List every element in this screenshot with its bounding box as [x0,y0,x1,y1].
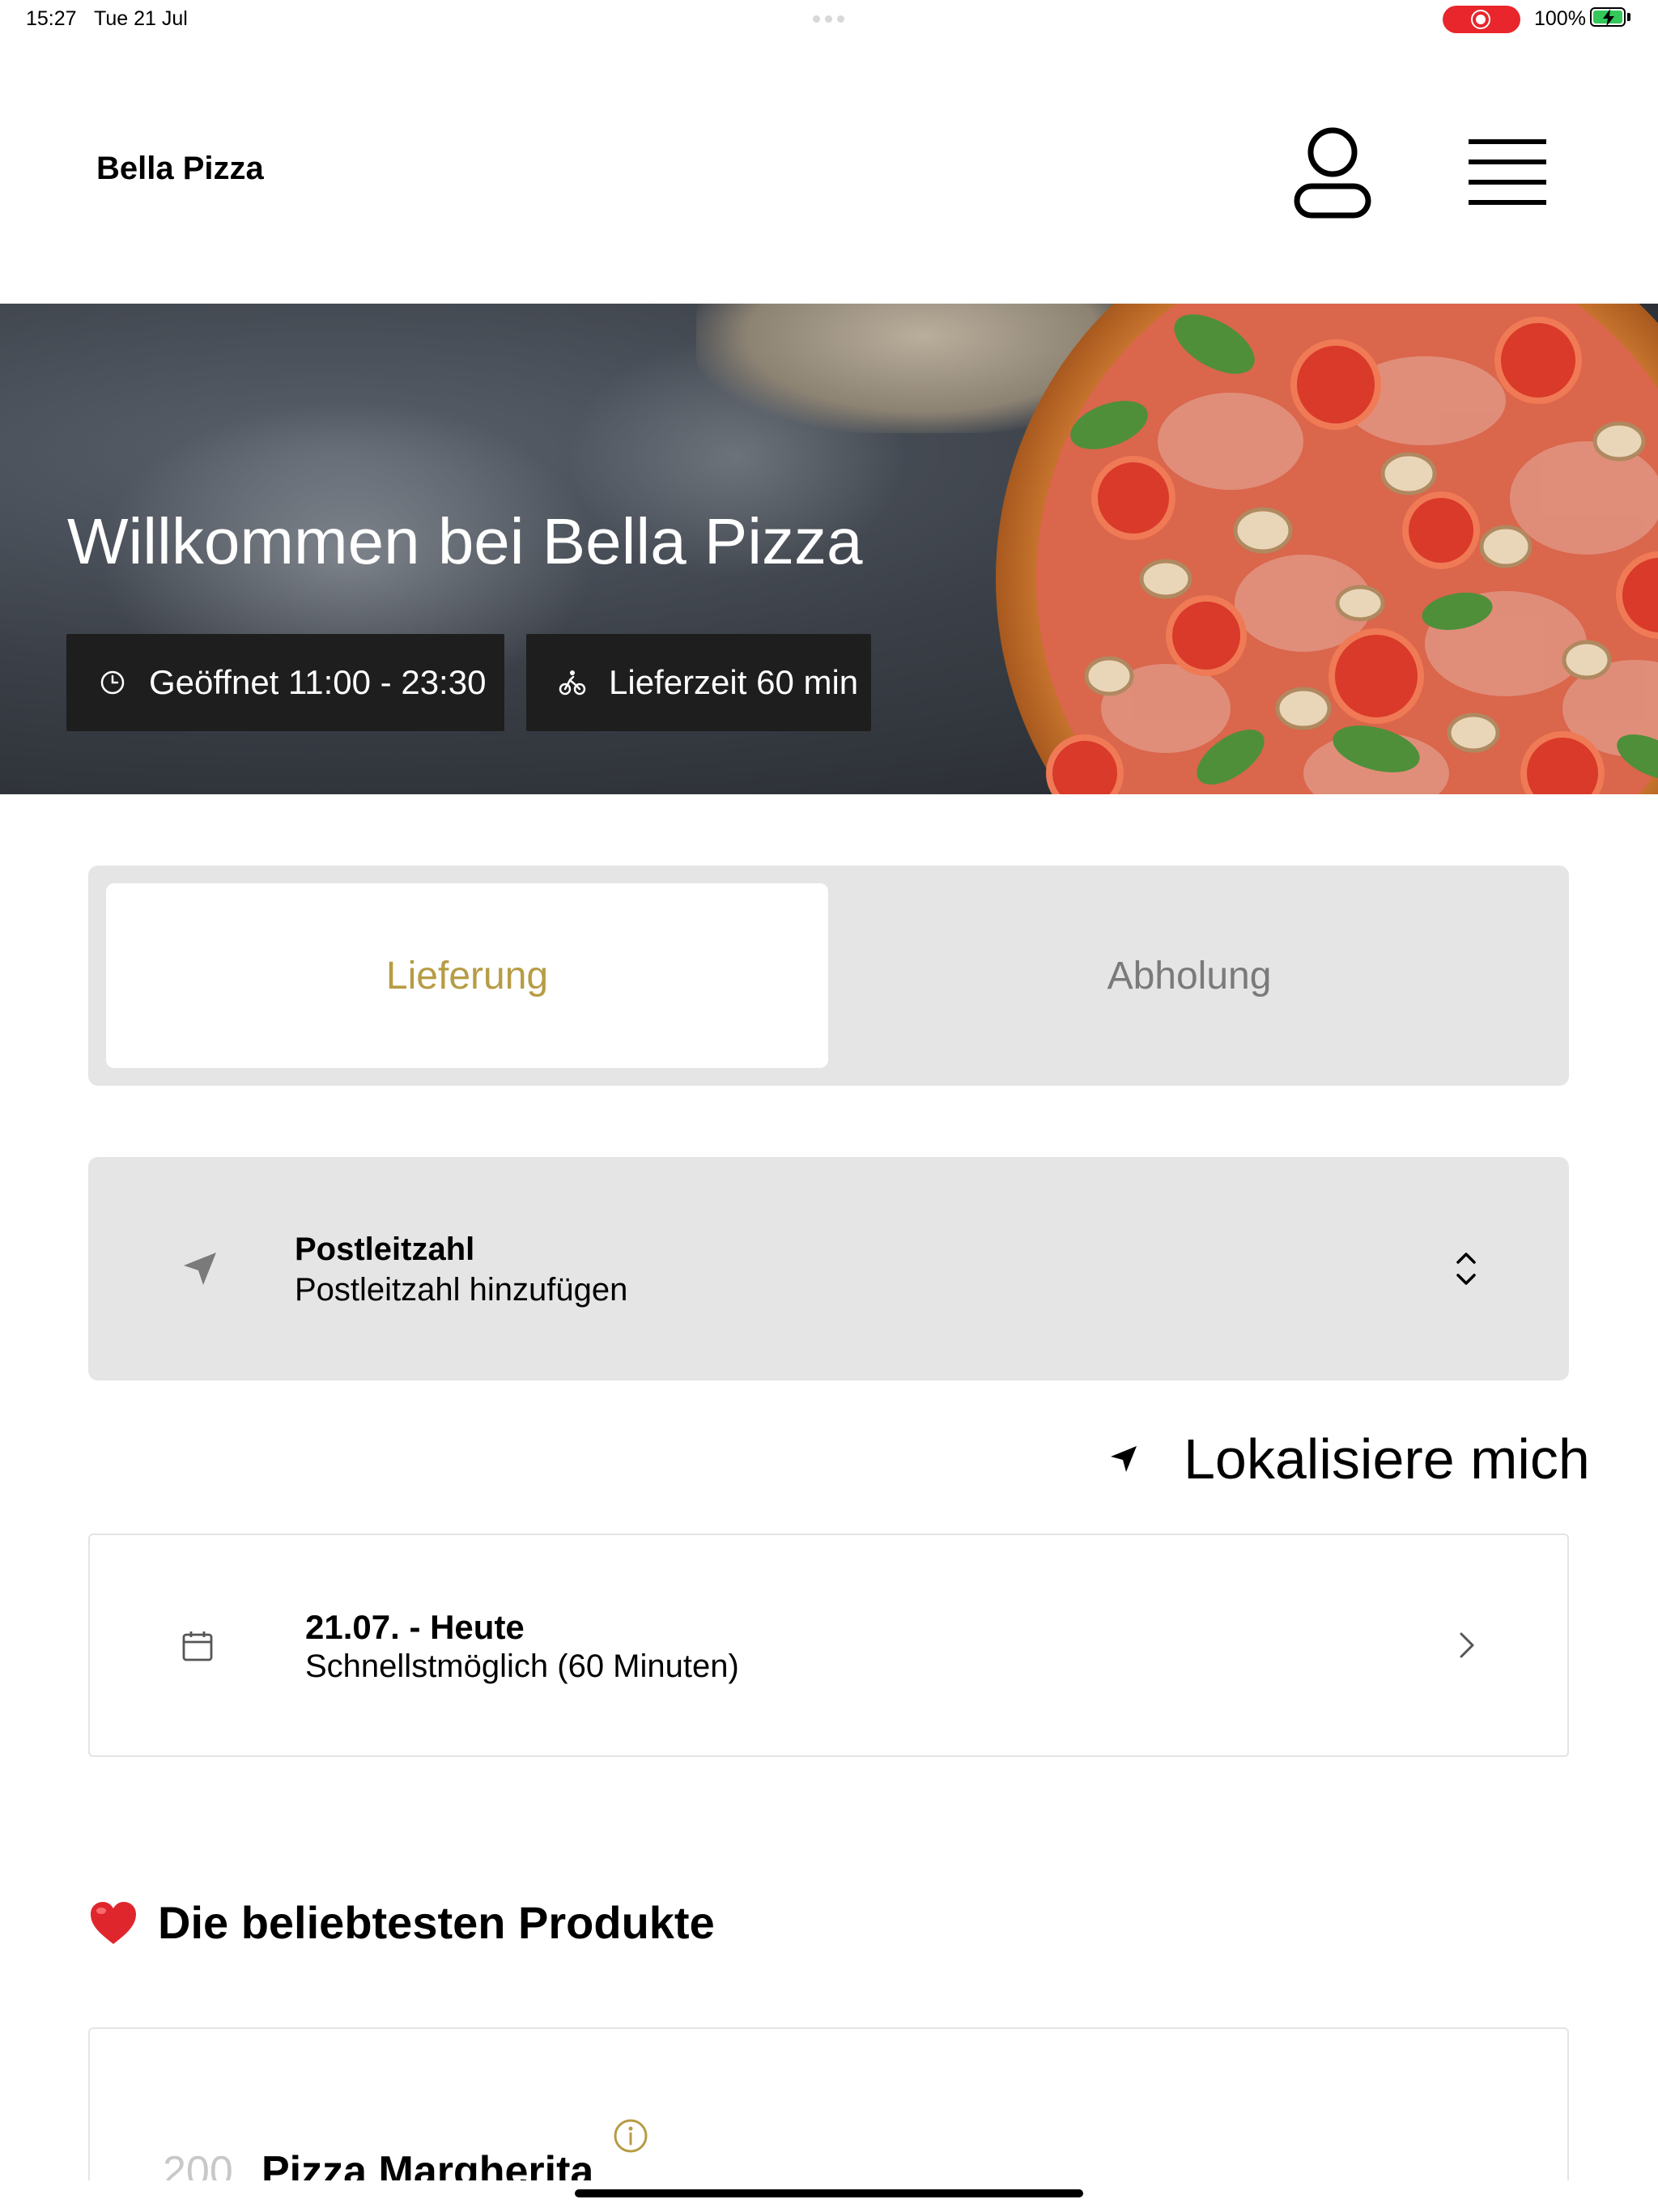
product-name: Pizza Margherita [261,2148,594,2180]
home-indicator[interactable] [575,2189,1083,2197]
info-icon[interactable] [613,2118,648,2154]
product-card[interactable]: 200 Pizza Margherita [88,2027,1569,2180]
product-number: 200 [163,2148,233,2180]
